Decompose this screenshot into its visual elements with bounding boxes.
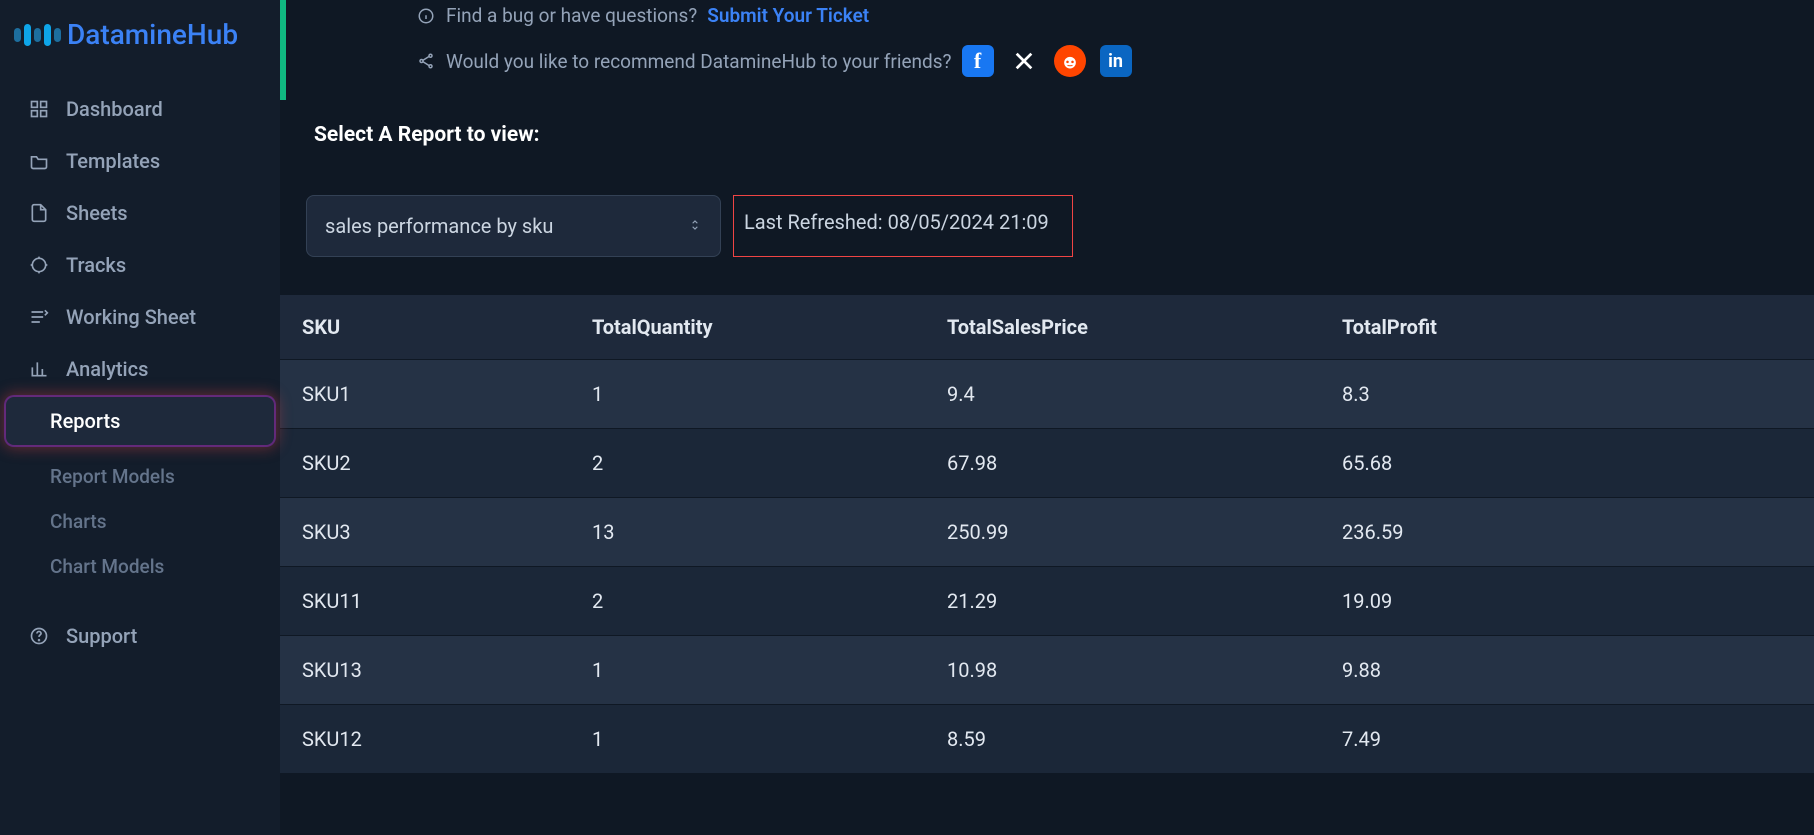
sidebar-item-label: Tracks (66, 253, 126, 277)
chevron-updown-icon (688, 218, 702, 235)
cell-price: 9.4 (925, 360, 1320, 429)
sidebar-item-label: Dashboard (66, 97, 163, 121)
x-icon[interactable] (1008, 45, 1040, 77)
sidebar-item-support[interactable]: Support (6, 612, 274, 660)
main-content: Find a bug or have questions? Submit You… (280, 0, 1814, 835)
brand-name: DatamineHub (67, 18, 238, 51)
sidebar-item-label: Working Sheet (66, 305, 196, 329)
cell-sku: SKU1 (280, 360, 570, 429)
cell-price: 10.98 (925, 636, 1320, 705)
sidebar-item-dashboard[interactable]: Dashboard (6, 85, 274, 133)
submit-ticket-link[interactable]: Submit Your Ticket (707, 4, 869, 27)
target-icon (28, 254, 50, 276)
cell-sku: SKU12 (280, 705, 570, 774)
file-icon (28, 202, 50, 224)
recommend-text: Would you like to recommend DatamineHub … (446, 50, 952, 73)
cell-price: 8.59 (925, 705, 1320, 774)
sidebar-item-tracks[interactable]: Tracks (6, 241, 274, 289)
sidebar-item-label: Reports (50, 409, 120, 433)
cell-qty: 1 (570, 360, 925, 429)
sidebar-item-label: Support (66, 624, 137, 648)
cell-profit: 236.59 (1320, 498, 1814, 567)
sidebar-nav: Dashboard Templates Sheets Tracks Workin (0, 85, 280, 660)
working-sheet-icon (28, 306, 50, 328)
analytics-icon (28, 358, 50, 380)
sidebar-item-label: Chart Models (50, 555, 164, 578)
table-row[interactable]: SKU12 1 8.59 7.49 (280, 705, 1814, 774)
sidebar-item-report-models[interactable]: Report Models (28, 455, 274, 498)
sidebar-item-templates[interactable]: Templates (6, 137, 274, 185)
topbar: Find a bug or have questions? Submit You… (280, 0, 1814, 295)
cell-qty: 1 (570, 636, 925, 705)
share-icon (416, 51, 436, 71)
sidebar-item-analytics[interactable]: Analytics (6, 345, 274, 393)
cell-price: 67.98 (925, 429, 1320, 498)
cell-price: 21.29 (925, 567, 1320, 636)
table-row[interactable]: SKU1 1 9.4 8.3 (280, 360, 1814, 429)
report-table: SKU TotalQuantity TotalSalesPrice TotalP… (280, 295, 1814, 773)
sidebar-item-working-sheet[interactable]: Working Sheet (6, 293, 274, 341)
cell-qty: 2 (570, 429, 925, 498)
cell-profit: 8.3 (1320, 360, 1814, 429)
cell-qty: 13 (570, 498, 925, 567)
brand-logo-icon (14, 24, 61, 46)
cell-sku: SKU3 (280, 498, 570, 567)
sidebar-item-label: Report Models (50, 465, 175, 488)
controls-row: sales performance by sku Last Refreshed:… (306, 171, 1794, 281)
cell-profit: 65.68 (1320, 429, 1814, 498)
table-row[interactable]: SKU2 2 67.98 65.68 (280, 429, 1814, 498)
sidebar-reports-subnav: Report Models Charts Chart Models (6, 455, 274, 588)
bug-row: Find a bug or have questions? Submit You… (306, 4, 1794, 27)
sidebar-item-label: Analytics (66, 357, 148, 381)
cell-qty: 1 (570, 705, 925, 774)
report-select-value: sales performance by sku (325, 214, 553, 238)
cell-qty: 2 (570, 567, 925, 636)
table-header-price[interactable]: TotalSalesPrice (925, 295, 1320, 360)
table-header-qty[interactable]: TotalQuantity (570, 295, 925, 360)
cell-sku: SKU11 (280, 567, 570, 636)
sidebar-item-label: Sheets (66, 201, 128, 225)
sidebar-item-reports[interactable]: Reports (6, 397, 274, 445)
recommend-row: Would you like to recommend DatamineHub … (306, 45, 1794, 77)
cell-profit: 9.88 (1320, 636, 1814, 705)
sidebar-item-chart-models[interactable]: Chart Models (28, 545, 274, 588)
sidebar-item-label: Templates (66, 149, 160, 173)
help-icon (28, 625, 50, 647)
sidebar-item-charts[interactable]: Charts (28, 500, 274, 543)
table-row[interactable]: SKU13 1 10.98 9.88 (280, 636, 1814, 705)
bug-text: Find a bug or have questions? (446, 4, 697, 27)
accent-bar (280, 0, 286, 100)
table-row[interactable]: SKU11 2 21.29 19.09 (280, 567, 1814, 636)
cell-profit: 7.49 (1320, 705, 1814, 774)
table-header-sku[interactable]: SKU (280, 295, 570, 360)
facebook-icon[interactable]: f (962, 45, 994, 77)
folder-icon (28, 150, 50, 172)
brand[interactable]: DatamineHub (0, 8, 280, 85)
sidebar-item-sheets[interactable]: Sheets (6, 189, 274, 237)
cell-sku: SKU13 (280, 636, 570, 705)
cell-price: 250.99 (925, 498, 1320, 567)
table-body: SKU1 1 9.4 8.3 SKU2 2 67.98 65.68 SKU3 1… (280, 360, 1814, 774)
report-select[interactable]: sales performance by sku (306, 195, 721, 257)
sidebar-item-label: Charts (50, 510, 107, 533)
reddit-icon[interactable] (1054, 45, 1086, 77)
social-row: f in (962, 45, 1132, 77)
info-icon (416, 6, 436, 26)
sidebar: DatamineHub Dashboard Templates Sheets (0, 0, 280, 835)
select-report-label: Select A Report to view: (306, 95, 1794, 153)
linkedin-icon[interactable]: in (1100, 45, 1132, 77)
cell-profit: 19.09 (1320, 567, 1814, 636)
table-row[interactable]: SKU3 13 250.99 236.59 (280, 498, 1814, 567)
cell-sku: SKU2 (280, 429, 570, 498)
last-refreshed-box: Last Refreshed: 08/05/2024 21:09 (733, 195, 1073, 257)
last-refreshed-text: Last Refreshed: 08/05/2024 21:09 (744, 210, 1049, 234)
dashboard-icon (28, 98, 50, 120)
table-header-row: SKU TotalQuantity TotalSalesPrice TotalP… (280, 295, 1814, 360)
table-header-profit[interactable]: TotalProfit (1320, 295, 1814, 360)
